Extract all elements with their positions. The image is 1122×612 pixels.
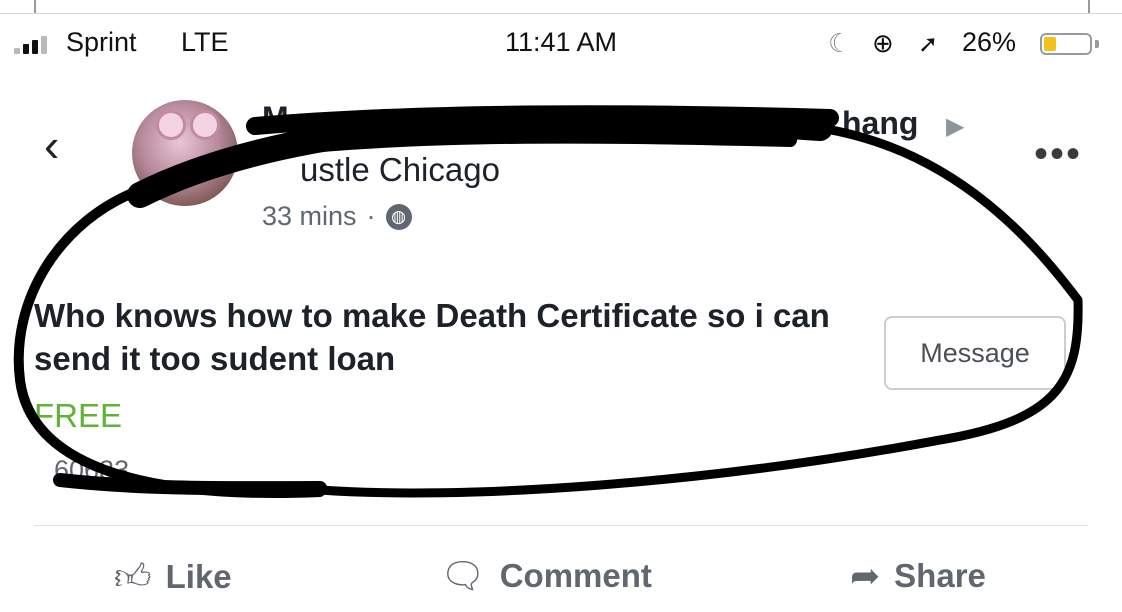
edge-tick-left <box>34 0 36 14</box>
battery-nub <box>1095 40 1099 48</box>
battery-percent: 26% <box>962 27 1017 57</box>
action-divider <box>34 525 1088 526</box>
status-bar: Sprint LTE 11:41 AM ☾ ⊕ ➚ 26% <box>0 22 1122 66</box>
speech-bubble-icon: 🗨︎ <box>440 555 486 596</box>
post-meta: 33 mins · ◍ <box>262 201 412 232</box>
top-edge <box>0 0 1122 14</box>
battery-fill <box>1044 37 1057 51</box>
avatar[interactable] <box>132 100 238 206</box>
group-name[interactable]: ustle Chicago <box>300 151 500 189</box>
author-name-start[interactable]: M <box>262 100 289 137</box>
more-options-icon[interactable]: ••• <box>1034 132 1082 177</box>
author-name-end[interactable]: hang <box>842 105 918 142</box>
share-label: Share <box>894 557 986 594</box>
share-button[interactable]: ➦ Share <box>850 555 986 597</box>
location-arrow-icon: ➚ <box>918 31 939 58</box>
rotation-lock-icon: ⊕ <box>872 28 894 58</box>
share-arrow-icon: ➦ <box>850 555 881 596</box>
like-label: Like <box>165 558 232 595</box>
clock: 11:41 AM <box>504 27 618 57</box>
back-chevron-icon[interactable]: ‹ <box>44 122 59 168</box>
like-button[interactable]: 👍︎ Like <box>114 555 232 599</box>
edge-tick-right <box>1088 0 1090 14</box>
thumbs-up-icon: 👍︎ <box>114 556 152 597</box>
message-button[interactable]: Message <box>884 316 1066 390</box>
post-time: 33 mins <box>262 201 357 231</box>
top-divider <box>0 13 1122 14</box>
meta-separator: · <box>366 201 376 231</box>
comment-label: Comment <box>499 557 652 594</box>
comment-button[interactable]: 🗨︎ Comment <box>440 555 652 597</box>
moon-icon: ☾ <box>828 28 852 58</box>
listing-price: FREE <box>34 397 123 434</box>
battery-icon <box>1040 33 1092 55</box>
right-triangle-icon: ▶ <box>946 113 965 140</box>
listing-location: 60633 <box>54 455 130 485</box>
globe-icon: ◍ <box>385 203 412 230</box>
listing-title: Who knows how to make Death Certificate … <box>34 297 830 377</box>
